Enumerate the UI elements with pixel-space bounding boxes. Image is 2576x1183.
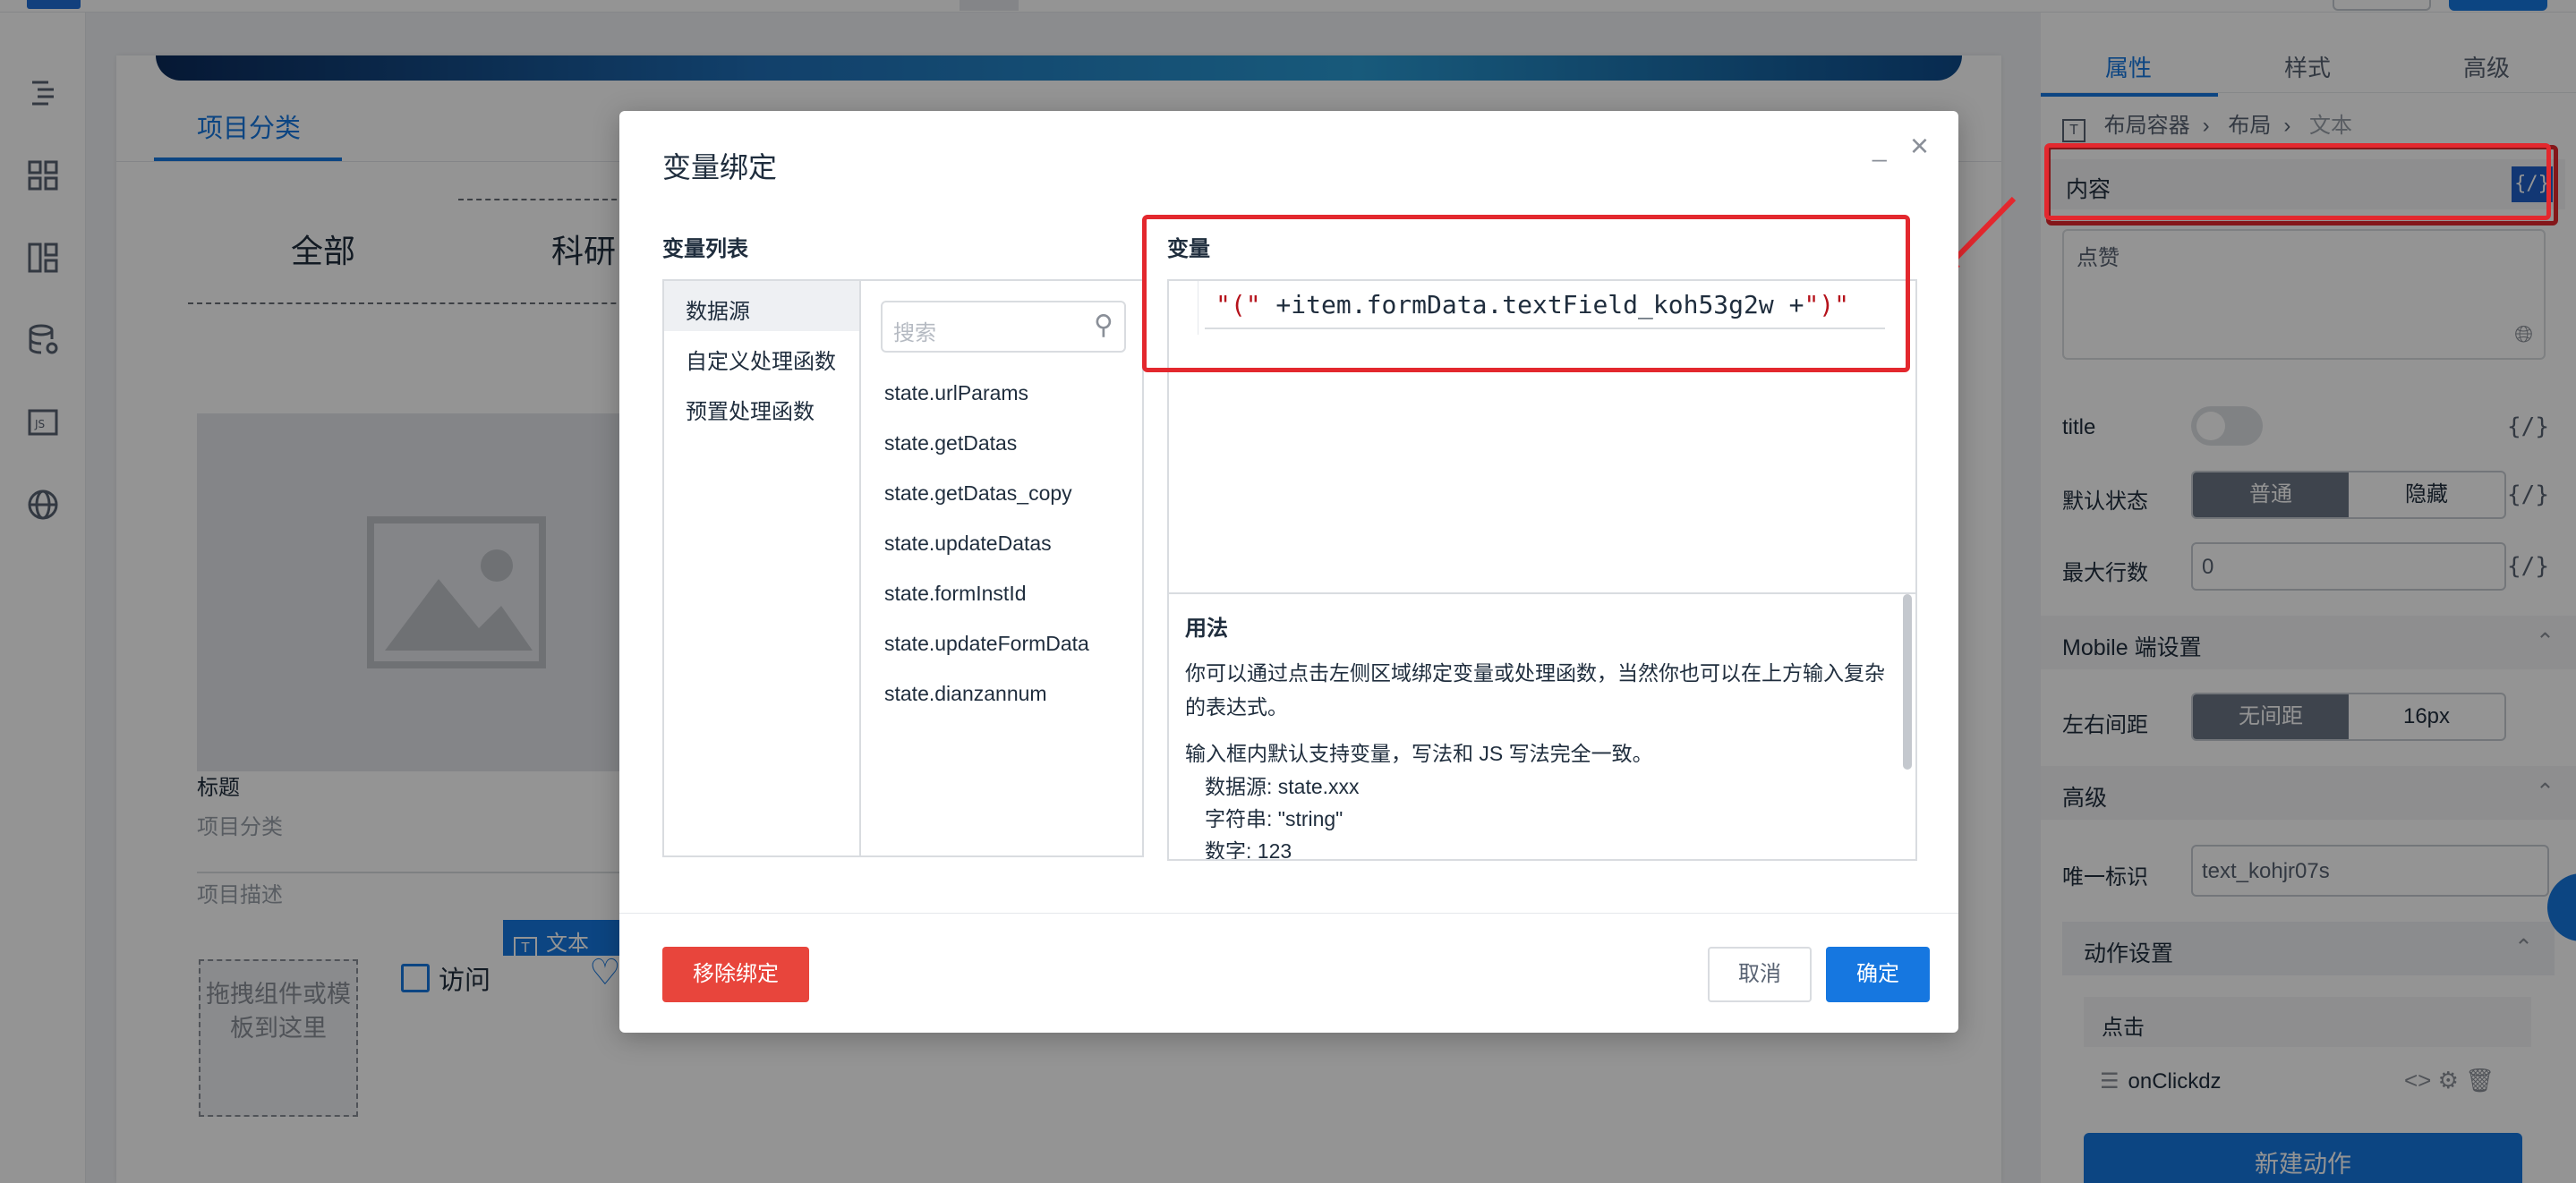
state-item[interactable]: state.updateDatas	[884, 532, 1052, 556]
state-item[interactable]: state.getDatas	[884, 431, 1017, 455]
search-placeholder: 搜索	[893, 321, 936, 345]
state-item[interactable]: state.urlParams	[884, 381, 1028, 405]
variable-list-panel: 数据源 自定义处理函数 预置处理函数 搜索 ⚲ state.urlParams …	[662, 279, 1144, 857]
usage-example: 数字: 123	[1205, 839, 1292, 861]
divider	[619, 913, 1958, 914]
cancel-button[interactable]: 取消	[1708, 947, 1812, 1002]
usage-text: 你可以通过点击左侧区域绑定变量或处理函数，当然你也可以在上方输入复杂的表达式。	[1185, 661, 1885, 719]
search-icon[interactable]: ⚲	[1094, 310, 1113, 341]
usage-title: 用法	[1185, 617, 1228, 641]
usage-scrollbar[interactable]	[1903, 594, 1912, 770]
usage-example: 字符串: "string"	[1205, 807, 1343, 830]
dialog-title: 变量绑定	[662, 151, 778, 183]
usage-text: 输入框内默认支持变量，写法和 JS 写法完全一致。	[1185, 742, 1653, 765]
state-item[interactable]: state.formInstId	[884, 582, 1027, 606]
annotation-highlight	[2044, 143, 2551, 220]
variable-list-title: 变量列表	[662, 237, 748, 261]
state-item[interactable]: state.updateFormData	[884, 632, 1089, 656]
category-custom-functions[interactable]: 自定义处理函数	[664, 331, 859, 381]
usage-help: 用法 你可以通过点击左侧区域绑定变量或处理函数，当然你也可以在上方输入复杂的表达…	[1167, 592, 1917, 861]
usage-example: 数据源: state.xxx	[1205, 775, 1360, 798]
minimize-icon[interactable]: _	[1872, 134, 1887, 163]
category-datasource[interactable]: 数据源	[664, 281, 859, 331]
close-icon[interactable]: ×	[1910, 127, 1929, 165]
category-list: 数据源 自定义处理函数 预置处理函数	[664, 281, 861, 855]
state-item[interactable]: state.dianzannum	[884, 682, 1047, 706]
state-item[interactable]: state.getDatas_copy	[884, 481, 1072, 506]
confirm-button[interactable]: 确定	[1826, 947, 1930, 1002]
search-input[interactable]: 搜索 ⚲	[881, 301, 1126, 353]
annotation-highlight	[1142, 215, 1910, 372]
remove-binding-button[interactable]: 移除绑定	[662, 947, 809, 1002]
category-preset-functions[interactable]: 预置处理函数	[664, 381, 859, 431]
